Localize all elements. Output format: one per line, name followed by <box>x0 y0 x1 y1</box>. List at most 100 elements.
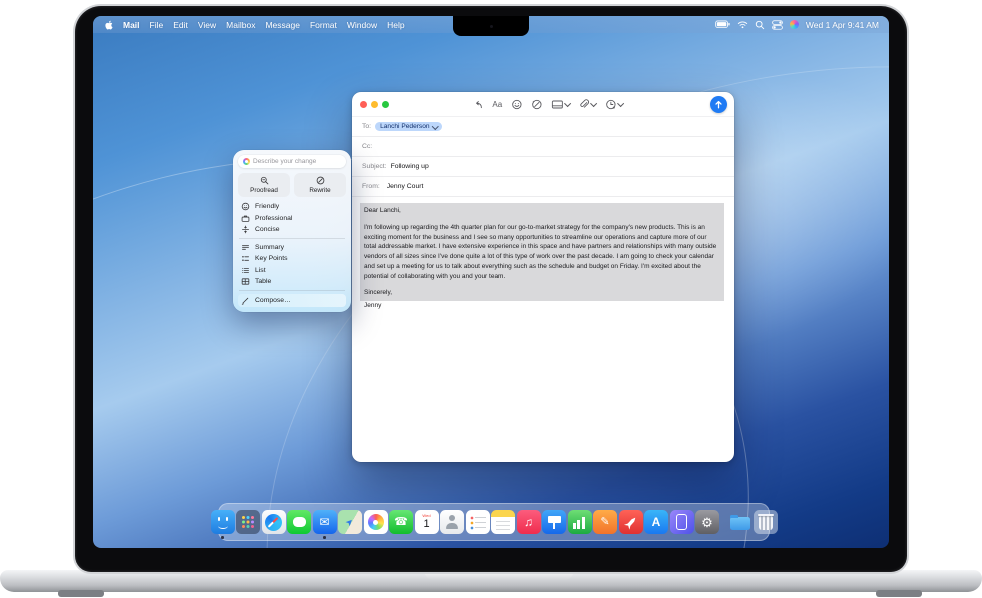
menu-view[interactable]: View <box>198 20 216 30</box>
proofread-label: Proofread <box>250 187 278 194</box>
send-arrow-up-icon <box>714 100 723 109</box>
chevron-down-icon <box>564 100 570 106</box>
dock-messages-icon[interactable] <box>287 510 311 534</box>
undo-icon[interactable] <box>472 99 483 110</box>
from-field[interactable]: From: Jenny Court <box>352 177 734 197</box>
key-points-icon <box>241 254 250 263</box>
dock-maps-icon[interactable]: ➤ <box>338 510 362 534</box>
wifi-icon[interactable] <box>737 20 748 29</box>
dock-music-icon[interactable]: ♫ <box>517 510 541 534</box>
summary-lines-icon <box>241 243 250 252</box>
desktop: Mail File Edit View Mailbox Message Form… <box>93 16 889 548</box>
chevron-down-icon <box>617 100 623 106</box>
apple-menu-icon[interactable] <box>103 19 113 31</box>
chevron-down-icon <box>591 100 597 106</box>
writing-tools-icon[interactable] <box>531 99 542 110</box>
menu-file[interactable]: File <box>150 20 164 30</box>
macbook-screen-bezel: Mail File Edit View Mailbox Message Form… <box>75 6 907 572</box>
dock-finder-icon[interactable] <box>211 510 235 534</box>
menu-mail[interactable]: Mail <box>123 20 140 30</box>
menu-help[interactable]: Help <box>387 20 404 30</box>
writing-tools-option-table[interactable]: Table <box>238 276 346 288</box>
dock-calendar-icon[interactable]: Wed1 <box>415 510 439 534</box>
compress-icon <box>241 225 250 234</box>
window-titlebar[interactable]: Aa <box>352 92 734 117</box>
dock-launchpad-icon[interactable] <box>236 510 260 534</box>
cc-label: Cc: <box>362 143 372 150</box>
dock-system-settings-icon[interactable]: ⚙ <box>695 510 719 534</box>
dock-reminders-icon[interactable] <box>466 510 490 534</box>
option-label: Concise <box>255 226 280 233</box>
schedule-send-button[interactable] <box>605 99 623 110</box>
dock-phone-icon[interactable]: ☎ <box>389 510 413 534</box>
smiley-icon <box>241 202 250 211</box>
recipient-token[interactable]: Lanchi Pederson <box>375 122 442 131</box>
rewrite-label: Rewrite <box>309 187 330 194</box>
minimize-window-button[interactable] <box>371 101 378 108</box>
option-label: Compose… <box>255 297 291 304</box>
camera-dot <box>490 25 493 28</box>
running-indicator <box>323 536 326 539</box>
emoji-icon[interactable] <box>511 99 522 110</box>
rewrite-button[interactable]: Rewrite <box>294 173 346 197</box>
dock-iphone-mirroring-icon[interactable] <box>670 510 694 534</box>
writing-tools-option-list[interactable]: List <box>238 265 346 277</box>
menu-message[interactable]: Message <box>265 20 300 30</box>
menu-bar-clock[interactable]: Wed 1 Apr 9:41 AM <box>806 20 879 30</box>
menu-divider <box>239 290 345 291</box>
table-grid-icon <box>241 277 250 286</box>
proofread-button[interactable]: Proofread <box>238 173 290 197</box>
menu-edit[interactable]: Edit <box>173 20 188 30</box>
cc-field[interactable]: Cc: <box>352 137 734 157</box>
menu-mailbox[interactable]: Mailbox <box>226 20 255 30</box>
body-greeting: Dear Lanchi, <box>364 206 720 216</box>
dock-safari-icon[interactable] <box>262 510 286 534</box>
running-indicator <box>221 536 224 539</box>
dock-keynote-icon[interactable] <box>542 510 566 534</box>
menu-divider <box>239 238 345 239</box>
writing-tools-option-compose[interactable]: Compose… <box>238 294 346 307</box>
menu-window[interactable]: Window <box>347 20 377 30</box>
photo-browser-button[interactable] <box>551 99 570 110</box>
dock-notes-icon[interactable] <box>491 510 515 534</box>
zoom-window-button[interactable] <box>382 101 389 108</box>
dock-photos-icon[interactable] <box>364 510 388 534</box>
writing-tools-option-concise[interactable]: Concise <box>238 224 346 236</box>
writing-tools-option-friendly[interactable]: Friendly <box>238 201 346 213</box>
macbook-foot-right <box>876 590 922 597</box>
proofread-magnifier-icon <box>260 176 269 185</box>
writing-tools-option-professional[interactable]: Professional <box>238 213 346 225</box>
siri-icon[interactable] <box>790 20 799 29</box>
send-button[interactable] <box>710 96 727 113</box>
dock-numbers-icon[interactable] <box>568 510 592 534</box>
control-center-icon[interactable] <box>772 20 783 30</box>
close-window-button[interactable] <box>360 101 367 108</box>
subject-field[interactable]: Subject: Following up <box>352 157 734 177</box>
dock-trash-icon[interactable] <box>754 510 778 534</box>
dock-mail-icon[interactable]: ✉ <box>313 510 337 534</box>
dock-app-store-icon[interactable]: A <box>644 510 668 534</box>
battery-icon[interactable] <box>715 20 730 29</box>
to-field[interactable]: To: Lanchi Pederson <box>352 117 734 137</box>
writing-tools-popup: Describe your change Proofread Rewrite <box>233 150 351 312</box>
body-closing: Sincerely, <box>364 288 720 298</box>
writing-tools-option-key-points[interactable]: Key Points <box>238 253 346 265</box>
dock-contacts-icon[interactable] <box>440 510 464 534</box>
dock-pages-icon[interactable]: ✎ <box>593 510 617 534</box>
option-label: Friendly <box>255 203 279 210</box>
writing-tools-option-summary[interactable]: Summary <box>238 242 346 254</box>
to-label: To: <box>362 123 371 130</box>
dock-rocket-app-icon[interactable] <box>619 510 643 534</box>
menu-format[interactable]: Format <box>310 20 337 30</box>
display-notch <box>453 16 529 36</box>
from-label: From: <box>362 183 380 190</box>
rewrite-pencil-icon <box>316 176 325 185</box>
format-text-button[interactable]: Aa <box>492 100 502 109</box>
chevron-down-icon <box>432 123 438 129</box>
dock-downloads-folder-icon[interactable] <box>728 510 752 534</box>
describe-change-input[interactable]: Describe your change <box>238 155 346 168</box>
describe-change-placeholder: Describe your change <box>253 158 316 165</box>
attach-file-button[interactable] <box>579 99 597 110</box>
search-icon[interactable] <box>755 20 765 30</box>
message-body[interactable]: Dear Lanchi, I'm following up regarding … <box>352 197 734 311</box>
